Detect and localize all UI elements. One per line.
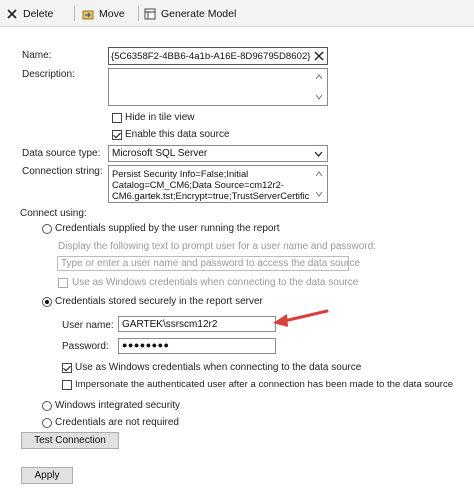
password-label: Password: bbox=[62, 341, 109, 352]
radio-credentials-stored-label: Credentials stored securely in the repor… bbox=[55, 296, 263, 307]
clear-icon[interactable] bbox=[314, 51, 324, 61]
username-label: User name: bbox=[62, 320, 114, 331]
connstr-line: Catalog=CM_CM6;Data Source=cm12r2- bbox=[112, 179, 284, 190]
connstr-scrollbar[interactable] bbox=[312, 167, 326, 201]
scroll-down-icon[interactable] bbox=[315, 190, 323, 198]
test-connection-button[interactable]: Test Connection bbox=[21, 432, 119, 449]
toolbar-separator bbox=[74, 6, 75, 21]
username-field[interactable]: GARTEK\ssrscm12r2 bbox=[118, 316, 276, 332]
move-icon bbox=[82, 10, 94, 20]
toolbar-separator bbox=[138, 6, 139, 21]
prompt-label: Display the following text to prompt use… bbox=[58, 241, 376, 252]
annotation-arrow-icon bbox=[273, 309, 329, 327]
scroll-down-icon[interactable] bbox=[315, 93, 323, 101]
delete-label: Delete bbox=[23, 8, 54, 20]
connstr-line: CM6.gartek.tst;Encrypt=true;TrustServerC… bbox=[112, 190, 310, 201]
connect-heading: Connect using: bbox=[20, 208, 87, 219]
enable-checkbox[interactable] bbox=[112, 130, 122, 140]
description-label: Description: bbox=[22, 69, 75, 80]
connstr-field[interactable]: Persist Security Info=False;Initial Cata… bbox=[108, 165, 328, 203]
chevron-down-icon[interactable] bbox=[314, 150, 323, 158]
use-windows-label-disabled: Use as Windows credentials when connecti… bbox=[72, 277, 359, 288]
radio-credentials-supplied-label: Credentials supplied by the user running… bbox=[55, 223, 280, 234]
impersonate-label: Impersonate the authenticated user after… bbox=[75, 379, 454, 390]
scroll-up-icon[interactable] bbox=[315, 73, 323, 81]
prompt-field[interactable]: Type or enter a user name and password t… bbox=[57, 256, 360, 271]
username-value: GARTEK\ssrscm12r2 bbox=[122, 319, 218, 330]
toolbar: Delete Move Generate Model bbox=[0, 0, 474, 27]
radio-credentials-not-required-label: Credentials are not required bbox=[55, 417, 179, 428]
name-field[interactable]: {5C6358F2-4BB6-4a1b-A16E-8D96795D8602} bbox=[108, 47, 328, 65]
connstr-label: Connection string: bbox=[22, 166, 103, 177]
dstype-select[interactable]: Microsoft SQL Server bbox=[108, 145, 328, 162]
password-value: ●●●●●●●● bbox=[122, 340, 170, 350]
use-windows-label: Use as Windows credentials when connecti… bbox=[75, 362, 362, 373]
connstr-line: Persist Security Info=False;Initial bbox=[112, 168, 249, 179]
name-value: {5C6358F2-4BB6-4a1b-A16E-8D96795D8602} bbox=[111, 51, 311, 62]
use-windows-checkbox[interactable] bbox=[62, 363, 72, 373]
dstype-label: Data source type: bbox=[22, 148, 101, 159]
dstype-value: Microsoft SQL Server bbox=[112, 148, 208, 159]
radio-windows-integrated[interactable] bbox=[42, 401, 52, 411]
use-windows-checkbox-disabled[interactable] bbox=[58, 278, 68, 288]
scroll-up-icon[interactable] bbox=[315, 170, 323, 178]
connstr-text: Persist Security Info=False;Initial Cata… bbox=[112, 168, 309, 201]
name-label: Name: bbox=[22, 50, 52, 61]
generate-model-button[interactable]: Generate Model bbox=[144, 6, 236, 22]
enable-label: Enable this data source bbox=[125, 129, 230, 140]
radio-credentials-supplied[interactable] bbox=[42, 224, 52, 234]
radio-credentials-not-required[interactable] bbox=[42, 418, 52, 428]
radio-windows-integrated-label: Windows integrated security bbox=[55, 400, 181, 411]
delete-button[interactable]: Delete bbox=[6, 6, 53, 22]
impersonate-checkbox[interactable] bbox=[62, 380, 72, 390]
description-field[interactable] bbox=[108, 68, 328, 106]
apply-button[interactable]: Apply bbox=[21, 467, 73, 484]
prompt-value: Type or enter a user name and password t… bbox=[61, 258, 361, 269]
description-scrollbar[interactable] bbox=[312, 70, 326, 104]
hide-checkbox[interactable] bbox=[112, 113, 122, 123]
move-button[interactable]: Move bbox=[82, 6, 125, 22]
hide-label: Hide in tile view bbox=[125, 112, 195, 123]
delete-icon bbox=[7, 9, 17, 19]
radio-credentials-stored[interactable] bbox=[42, 297, 52, 307]
model-icon bbox=[144, 8, 156, 20]
move-label: Move bbox=[99, 8, 125, 20]
generate-model-label: Generate Model bbox=[161, 8, 237, 20]
password-field[interactable]: ●●●●●●●● bbox=[118, 338, 276, 354]
